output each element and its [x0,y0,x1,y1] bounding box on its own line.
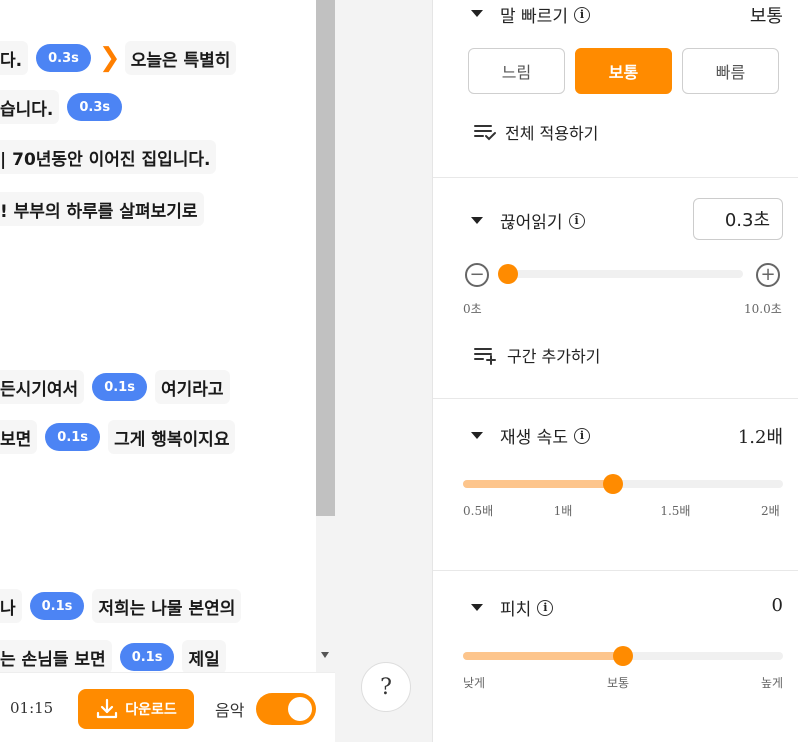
pause-max-label: 10.0초 [744,302,782,316]
pause-badge[interactable]: 0.1s [45,423,101,451]
sentence-chunk[interactable]: 보면 [0,420,38,454]
sentence-chunk[interactable]: 는 손님들 보면 [0,640,112,672]
pause-slider[interactable] [498,264,743,284]
panel-gutter [335,0,432,742]
sentence-chunk[interactable]: 습니다. [0,90,60,124]
sentence-chunk[interactable]: 나 [0,589,22,623]
speed-section: 말 빠르기 i 보통 느림 보통 빠름 전체 적용하기 [433,0,798,178]
pause-badge[interactable]: 0.1s [29,592,85,620]
script-line[interactable]: 보면 0.1s 그게 행복이지요 [0,420,236,454]
collapse-caret-icon[interactable] [471,217,483,224]
increase-icon[interactable]: + [756,263,780,287]
script-line[interactable]: 나 0.1s 저희는 나물 본연의 [0,589,242,623]
playback-slider-thumb[interactable] [603,474,623,494]
download-button[interactable]: 다운로드 [78,689,194,729]
script-line[interactable]: ! 부부의 하루를 살펴보기로 [0,192,204,226]
pitch-slider[interactable] [463,646,783,666]
playback-slider-fill [463,480,613,488]
speed-option-button[interactable]: 느림 [468,48,565,94]
playback-slider[interactable] [463,474,783,494]
sentence-chunk[interactable]: 제일 [182,640,226,672]
pitch-title: 피치 i [500,595,554,620]
decrease-icon[interactable]: − [465,263,489,287]
playback-value: 1.2배 [737,427,783,448]
music-label: 음악 [215,701,245,720]
sentence-chunk[interactable]: 그게 행복이지요 [108,420,236,454]
chevron-right-icon: ❯ [98,43,121,73]
script-line[interactable]: 든시기여서 0.1s 여기라고 [0,370,230,404]
collapse-caret-icon[interactable] [471,604,483,611]
script-line[interactable]: 습니다. 0.3s [0,90,130,124]
app-root: 다. 0.3s ❯ 오늘은 특별히 습니다. 0.3s | 70년동안 이어진 집입니다.!… [0,0,798,742]
add-list-icon [474,348,496,365]
info-icon[interactable]: i [573,427,590,444]
info-icon[interactable]: i [573,6,590,23]
pause-slider-thumb[interactable] [498,264,518,284]
pause-min-label: 0초 [463,302,482,316]
pitch-slider-thumb[interactable] [613,646,633,666]
slider-tick-label: 보통 [607,676,630,690]
pitch-slider-fill [463,652,623,660]
download-label: 다운로드 [125,702,177,718]
sentence-chunk[interactable]: 다. [0,41,29,75]
pause-value-input[interactable]: 0.3초 [693,198,783,240]
help-button[interactable]: ? [361,662,411,712]
speed-option-button[interactable]: 빠름 [682,48,779,94]
slider-tick-label: 0.5배 [463,504,494,518]
pause-badge[interactable]: 0.1s [119,643,175,671]
info-icon[interactable]: i [568,212,585,229]
playback-time: 01:15 [10,699,54,717]
sentence-chunk[interactable]: 오늘은 특별히 [124,41,237,75]
sentence-chunk[interactable]: 저희는 나물 본연의 [92,589,242,623]
apply-list-icon [474,125,496,141]
slider-tick-label: 1배 [553,504,573,518]
script-line[interactable]: | 70년동안 이어진 집입니다. [0,140,217,174]
sentence-chunk[interactable]: ! 부부의 하루를 살펴보기로 [0,192,204,226]
slider-tick-label: 2배 [761,504,780,518]
sentence-chunk[interactable]: 든시기여서 [0,370,85,404]
pause-title: 끊어읽기 i [500,208,585,233]
pause-badge[interactable]: 0.3s [67,93,123,121]
sentence-chunk[interactable]: 여기라고 [154,370,230,404]
collapse-caret-icon[interactable] [471,10,483,17]
toggle-knob [288,697,312,721]
player-bar: 01:15 다운로드 음악 [0,672,335,742]
download-icon [97,698,118,719]
sentence-chunk[interactable]: | 70년동안 이어진 집입니다. [0,140,217,174]
scroll-down-arrow-icon[interactable] [321,652,329,658]
script-line[interactable]: 다. 0.3s ❯ 오늘은 특별히 [0,41,237,75]
slider-tick-label: 1.5배 [660,504,691,518]
scrollbar-thumb[interactable] [316,0,335,516]
info-icon[interactable]: i [537,599,554,616]
slider-tick-label: 낮게 [463,676,486,690]
voice-settings-panel: 말 빠르기 i 보통 느림 보통 빠름 전체 적용하기 끊어읽기 i 0.3초 − [432,0,798,742]
script-line[interactable]: 는 손님들 보면 0.1s 제일 [0,640,226,672]
speed-options: 느림 보통 빠름 [468,48,779,94]
pitch-value: 0 [771,595,783,616]
playback-title: 재생 속도 i [500,423,590,448]
speed-title: 말 빠르기 i [500,2,590,27]
apply-all-button[interactable]: 전체 적용하기 [473,120,598,144]
music-toggle[interactable] [256,693,316,725]
pause-badge[interactable]: 0.1s [92,373,147,401]
collapse-caret-icon[interactable] [471,432,483,439]
speed-value: 보통 [749,6,783,27]
editor-scrollbar[interactable] [316,0,335,672]
speed-option-button[interactable]: 보통 [575,48,672,94]
pause-badge[interactable]: 0.3s [36,44,91,72]
add-section-button[interactable]: 구간 추가하기 [473,343,600,367]
slider-tick-label: 높게 [761,676,784,690]
script-editor[interactable]: 다. 0.3s ❯ 오늘은 특별히 습니다. 0.3s | 70년동안 이어진 집입니다.!… [0,0,316,672]
